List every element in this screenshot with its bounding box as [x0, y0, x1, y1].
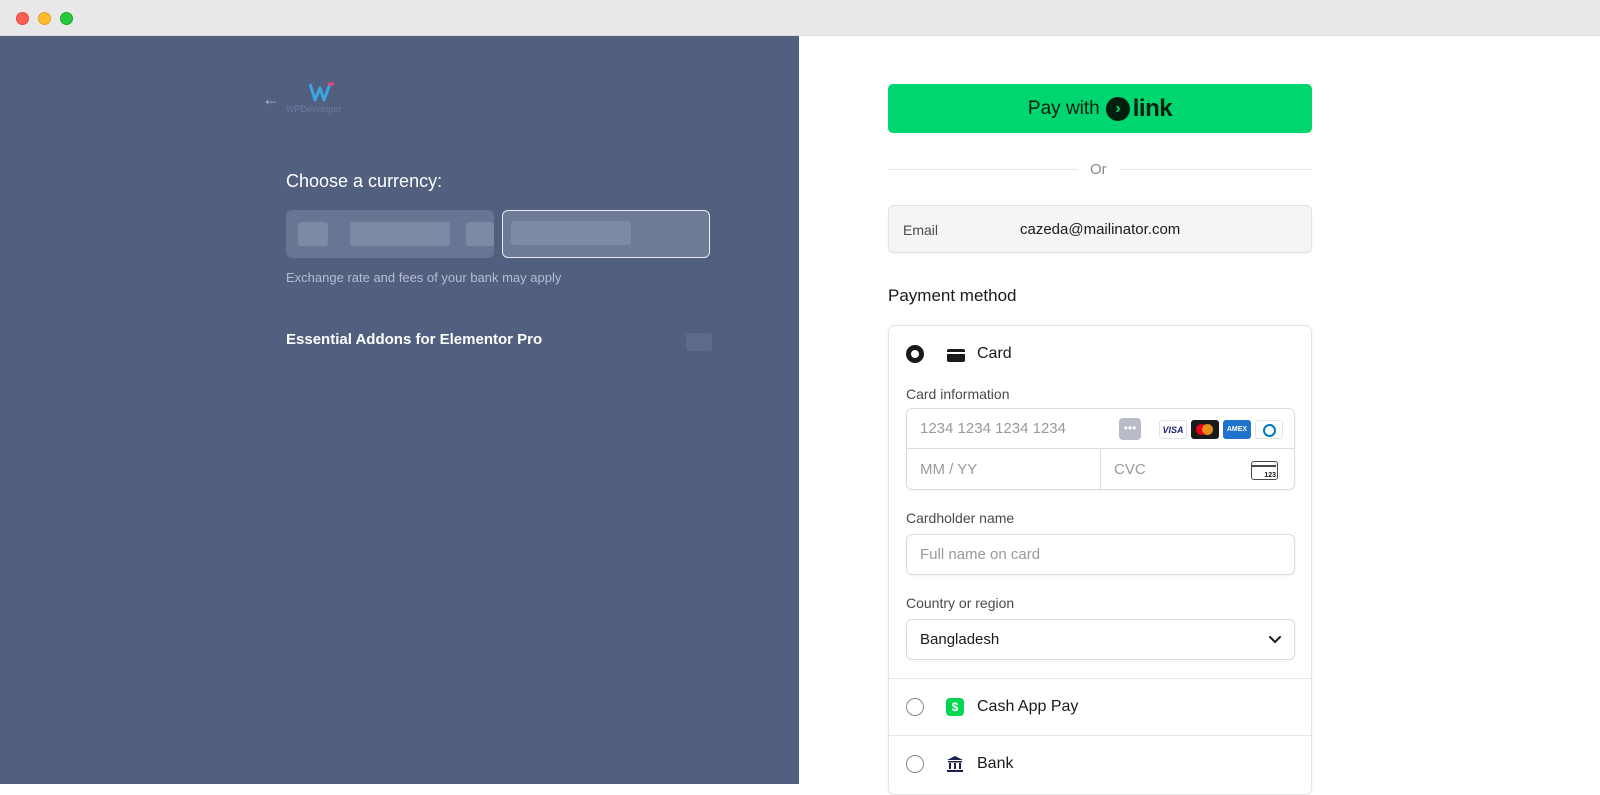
expiry-cvc-divider — [1100, 450, 1101, 490]
mastercard-icon — [1191, 420, 1219, 439]
email-label: Email — [903, 222, 939, 238]
currency-title: Choose a currency: — [286, 171, 443, 191]
currency-option-2-selected[interactable] — [502, 210, 710, 258]
email-value: cazeda@mailinator.com — [1020, 221, 1181, 238]
cash-app-icon: $ — [946, 698, 964, 716]
card-information-label: Card information — [906, 386, 1010, 402]
country-value: Bangladesh — [920, 631, 1000, 648]
card-number-input[interactable]: 1234 1234 1234 1234 — [920, 420, 1066, 437]
pay-with-label: Pay with — [1027, 97, 1100, 119]
bank-radio[interactable] — [906, 755, 924, 773]
diners-icon — [1255, 420, 1283, 439]
order-summary-panel — [0, 36, 799, 784]
or-divider-right — [1120, 169, 1312, 170]
product-price-blurred — [686, 333, 712, 351]
or-text: Or — [1090, 161, 1107, 178]
wpdeveloper-logo-icon — [308, 82, 334, 102]
email-field[interactable]: Email cazeda@mailinator.com — [888, 205, 1312, 253]
cardholder-name-input[interactable] — [906, 534, 1295, 575]
country-region-label: Country or region — [906, 595, 1015, 611]
cash-app-method-label[interactable]: Cash App Pay — [977, 698, 1078, 716]
close-window-button[interactable] — [16, 12, 29, 25]
card-information-group: 1234 1234 1234 1234 ••• VISA AMEX MM / Y… — [906, 408, 1295, 490]
expiry-input[interactable]: MM / YY — [920, 461, 977, 478]
link-brand-text: link — [1132, 94, 1173, 122]
back-arrow-icon[interactable]: ← — [262, 90, 280, 108]
payment-method-accordion: Card Card information 1234 1234 1234 123… — [888, 325, 1312, 795]
minimize-window-button[interactable] — [38, 12, 51, 25]
cvc-card-icon: 123 — [1251, 461, 1278, 480]
method-separator — [889, 735, 1311, 736]
card-generic-icon: ••• — [1119, 418, 1141, 440]
window-titlebar — [0, 0, 1600, 36]
maximize-window-button[interactable] — [60, 12, 73, 25]
card-expiry-cvc-row: MM / YY CVC 123 — [907, 450, 1294, 490]
method-separator — [889, 678, 1311, 679]
amex-icon: AMEX — [1223, 420, 1251, 439]
cvc-icon-text: 123 — [1264, 472, 1276, 479]
cardholder-name-label: Cardholder name — [906, 510, 1015, 526]
cvc-input[interactable]: CVC — [1114, 461, 1146, 478]
link-chevron-icon: › — [1105, 96, 1130, 121]
card-number-row[interactable]: 1234 1234 1234 1234 ••• VISA AMEX — [907, 409, 1294, 449]
link-logo: › link — [1105, 94, 1173, 123]
card-radio[interactable] — [906, 345, 924, 363]
logo-text: WPDeveloper — [286, 104, 342, 114]
bank-method-label[interactable]: Bank — [977, 755, 1013, 773]
payment-method-title: Payment method — [888, 286, 1017, 305]
card-method-label[interactable]: Card — [977, 345, 1012, 363]
card-icon — [947, 349, 965, 362]
checkout-window: ← WPDeveloper Choose a currency: Exchang… — [0, 0, 1600, 795]
product-name: Essential Addons for Elementor Pro — [286, 331, 543, 348]
currency-option-1[interactable] — [286, 210, 494, 258]
exchange-note: Exchange rate and fees of your bank may … — [286, 270, 562, 285]
or-divider-left — [888, 169, 1078, 170]
merchant-logo[interactable]: WPDeveloper — [286, 82, 356, 116]
pay-with-link-button[interactable]: Pay with › link — [888, 84, 1312, 133]
country-region-select[interactable]: Bangladesh — [906, 619, 1295, 660]
visa-icon: VISA — [1159, 420, 1187, 439]
chevron-down-icon — [1269, 636, 1281, 644]
bank-icon — [947, 756, 963, 772]
cash-app-radio[interactable] — [906, 698, 924, 716]
